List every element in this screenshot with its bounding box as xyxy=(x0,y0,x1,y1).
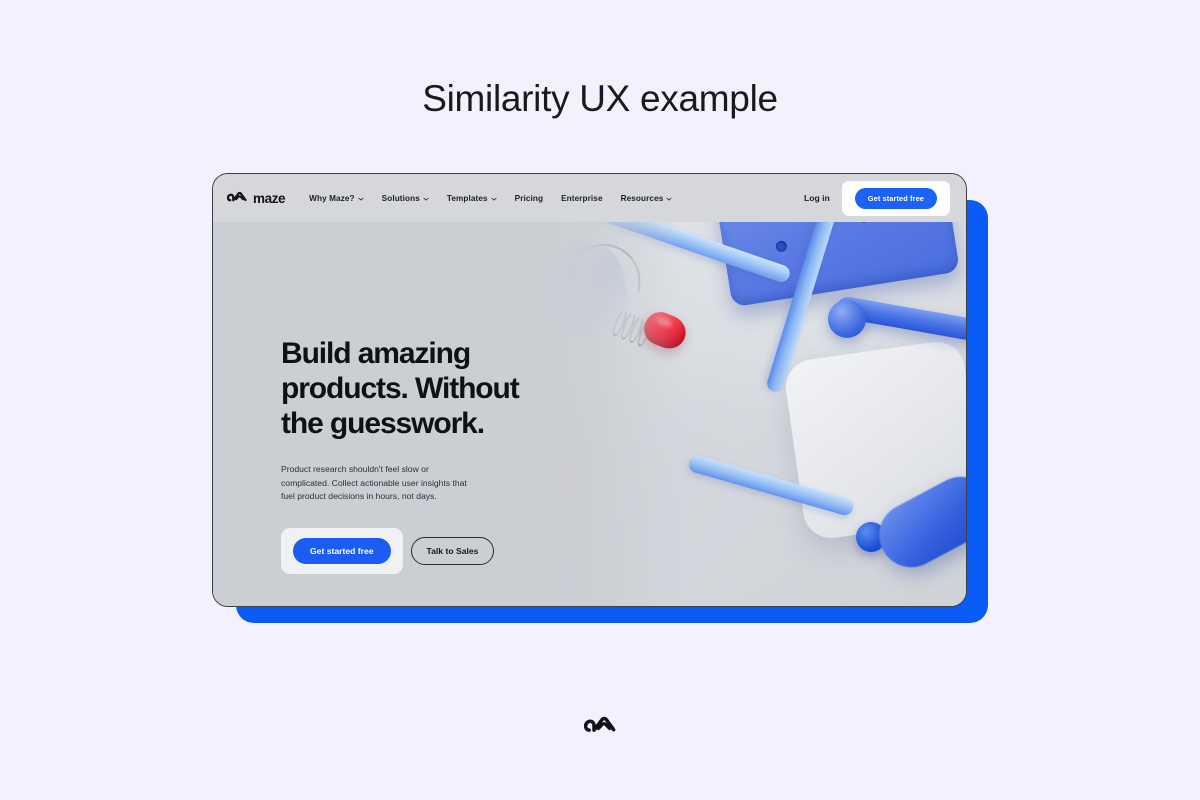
nav-item-label: Resources xyxy=(620,193,664,203)
nav-item-resources[interactable]: Resources xyxy=(621,194,673,203)
artwork-fade-overlay xyxy=(536,222,966,606)
nav-item-label: Templates xyxy=(446,193,488,203)
hero-section: Build amazing products. Without the gues… xyxy=(213,222,966,606)
hero-actions: Get started free Talk to Sales xyxy=(281,527,581,574)
hero-headline-line-3: the guesswork. xyxy=(281,407,485,440)
maze-arch-logo-icon xyxy=(583,712,616,738)
hero-get-started-button[interactable]: Get started free xyxy=(293,537,391,564)
chevron-down-icon xyxy=(491,195,497,201)
nav-item-label: Solutions xyxy=(381,193,420,203)
nav-item-pricing[interactable]: Pricing xyxy=(515,194,543,203)
footer-logo xyxy=(0,712,1200,738)
chevron-down-icon xyxy=(423,195,429,201)
header-cta-focus-ring: Get started free xyxy=(841,180,950,216)
hero-subheading: Product research shouldn't feel slow or … xyxy=(281,464,467,502)
login-link[interactable]: Log in xyxy=(804,193,830,203)
brand-wordmark: maze xyxy=(253,190,286,206)
maze-arch-logo-icon xyxy=(226,189,247,207)
nav-item-label: Enterprise xyxy=(561,193,603,203)
brand-logo[interactable]: maze xyxy=(226,189,286,207)
hero-artwork xyxy=(536,222,966,606)
nav-item-enterprise[interactable]: Enterprise xyxy=(561,194,603,203)
site-header: maze Why Maze? Solutions Templates Prici… xyxy=(213,174,966,222)
chevron-down-icon xyxy=(358,195,364,201)
hero-copy: Build amazing products. Without the gues… xyxy=(281,336,581,574)
nav-item-why-maze[interactable]: Why Maze? xyxy=(309,193,364,203)
hero-headline-line-1: Build amazing xyxy=(281,337,471,370)
browser-mockup-stage: maze Why Maze? Solutions Templates Prici… xyxy=(212,173,988,623)
page-title: Similarity UX example xyxy=(422,78,778,119)
nav-item-label: Pricing xyxy=(514,193,544,203)
browser-window: maze Why Maze? Solutions Templates Prici… xyxy=(212,173,967,607)
hero-headline-line-2: products. Without xyxy=(281,372,520,405)
nav-item-label: Why Maze? xyxy=(309,193,355,203)
main-navigation: Why Maze? Solutions Templates Pricing En… xyxy=(309,194,672,203)
hero-talk-to-sales-button[interactable]: Talk to Sales xyxy=(410,536,495,565)
nav-item-templates[interactable]: Templates xyxy=(447,194,497,203)
chevron-down-icon xyxy=(666,195,672,201)
header-get-started-button[interactable]: Get started free xyxy=(854,187,937,209)
header-actions: Log in Get started free xyxy=(804,180,950,216)
nav-item-solutions[interactable]: Solutions xyxy=(382,194,429,203)
hero-cta-focus-ring: Get started free xyxy=(281,527,403,574)
hero-headline: Build amazing products. Without the gues… xyxy=(281,336,581,441)
